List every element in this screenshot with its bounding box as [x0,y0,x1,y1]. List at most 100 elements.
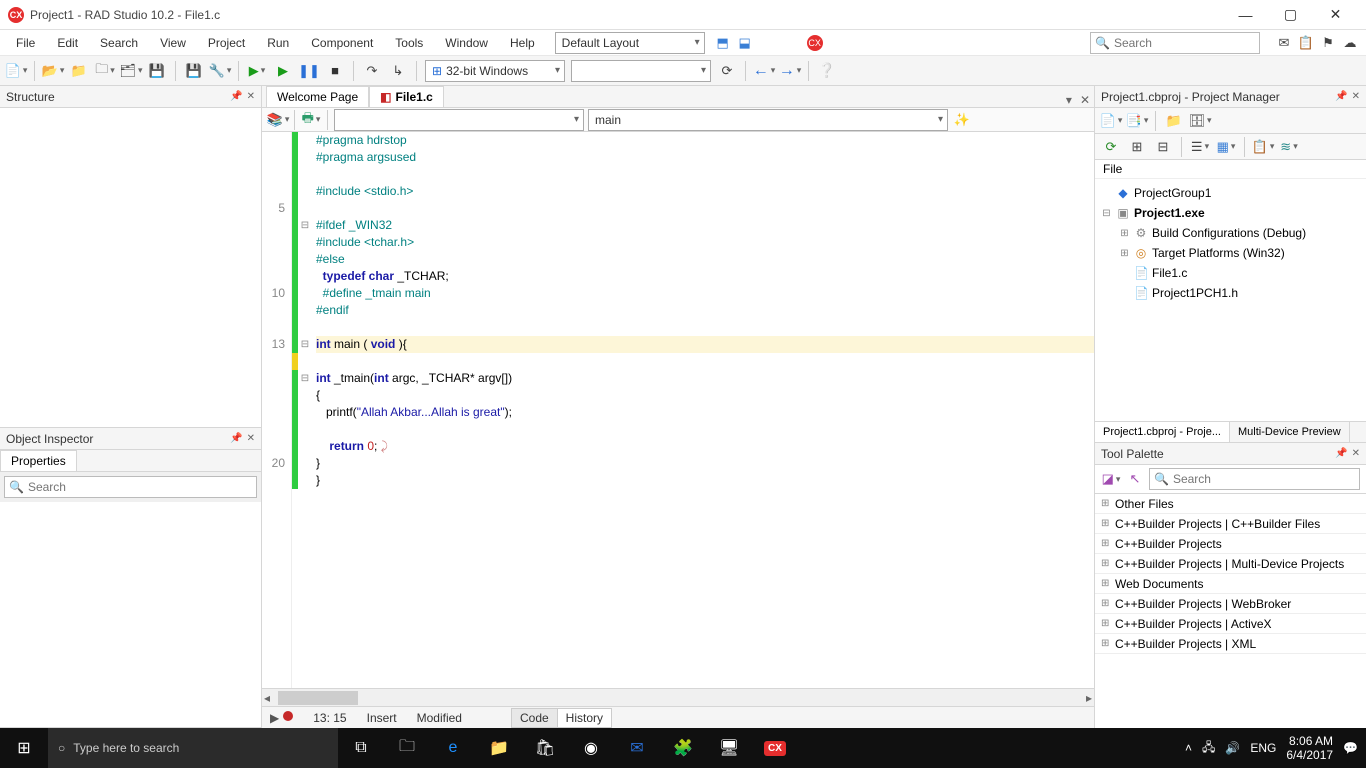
community-icon[interactable]: ☁ [1340,33,1360,53]
pm-list-icon[interactable]: ☰ [1190,137,1210,157]
outlook-icon[interactable]: ✉ [614,728,660,768]
pin-icon[interactable]: 📌 [1335,91,1347,102]
run-no-debug-button[interactable]: ▶ [273,61,293,81]
tree-node[interactable]: ◆ProjectGroup1 [1101,183,1360,203]
property-search-input[interactable] [28,480,183,494]
cortana-search[interactable]: ○ Type here to search [48,728,338,768]
pm-filter-icon[interactable]: ▦ [1216,137,1236,157]
menu-edit[interactable]: Edit [47,32,88,54]
tree-node[interactable]: 📄File1.c [1101,263,1360,283]
tree-node[interactable]: ⊞⚙Build Configurations (Debug) [1101,223,1360,243]
palette-category[interactable]: ⊞C++Builder Projects | XML [1095,634,1366,654]
pm-platform-icon[interactable]: ≋ [1279,137,1299,157]
print-icon[interactable]: 🖶 [301,110,321,130]
palette-category[interactable]: ⊞C++Builder Projects | WebBroker [1095,594,1366,614]
tab-properties[interactable]: Properties [0,450,77,471]
explorer-folder-icon[interactable]: 📁 [476,728,522,768]
ide-search-input[interactable] [1114,36,1269,50]
close-button[interactable]: ✕ [1313,0,1358,30]
file-explorer-icon[interactable]: 🗀 [384,728,430,768]
device-refresh-icon[interactable]: ⟳ [717,61,737,81]
layout-save-icon[interactable]: ⬒ [713,33,733,53]
macro-play-icon[interactable]: ▶ [270,711,279,725]
code-editor[interactable]: 5101320 ⊟⊟⊟ #pragma hdrstop#pragma argsu… [262,132,1094,688]
tab-multi-device-preview[interactable]: Multi-Device Preview [1230,422,1350,442]
sync-icon[interactable]: ✨ [952,110,972,130]
stop-button[interactable]: ■ [325,61,345,81]
step-over-button[interactable]: ↷ [362,61,382,81]
tree-node[interactable]: ⊞◎Target Platforms (Win32) [1101,243,1360,263]
rad-studio-taskbar-icon[interactable]: CX [752,728,798,768]
palette-category-icon[interactable]: ◪ [1101,469,1121,489]
layout-delete-icon[interactable]: ⬓ [735,33,755,53]
menu-run[interactable]: Run [257,32,299,54]
pm-expand-icon[interactable]: ⊞ [1127,137,1147,157]
nav-back-button[interactable]: ← [754,61,774,81]
palette-pointer-icon[interactable]: ↖ [1125,469,1145,489]
recent-button[interactable]: 🗂 [121,61,141,81]
menu-search[interactable]: Search [90,32,148,54]
tray-volume-icon[interactable]: 🔊 [1225,741,1240,755]
palette-category[interactable]: ⊞C++Builder Projects | C++Builder Files [1095,514,1366,534]
palette-category[interactable]: ⊞Web Documents [1095,574,1366,594]
ide-search[interactable]: 🔍 [1090,32,1260,54]
pin-icon[interactable]: 📌 [1335,448,1347,459]
menu-view[interactable]: View [150,32,196,54]
notifications-icon[interactable]: 💬 [1343,741,1358,755]
palette-search-input[interactable] [1173,472,1328,486]
tray-chevron-icon[interactable]: ˄ [1185,741,1192,755]
app2-icon[interactable]: 🖥 [706,728,752,768]
palette-search[interactable]: 🔍 [1149,468,1360,490]
tab-file1[interactable]: ◧File1.c [369,86,444,107]
nav-fwd-button[interactable]: → [780,61,800,81]
mail-icon[interactable]: ✉ [1274,33,1294,53]
menu-project[interactable]: Project [198,32,255,54]
pm-sync-icon[interactable]: ⟳ [1101,137,1121,157]
open-project-button[interactable]: 📁 [69,61,89,81]
palette-category[interactable]: ⊞C++Builder Projects [1095,534,1366,554]
folder-button[interactable]: 🗀 [95,61,115,81]
palette-category[interactable]: ⊞Other Files [1095,494,1366,514]
layout-combo[interactable]: Default Layout [555,32,705,54]
menu-file[interactable]: File [6,32,45,54]
refactor-button[interactable]: 🔧 [210,61,230,81]
flag-icon[interactable]: ⚑ [1318,33,1338,53]
platform-combo[interactable]: ⊞32-bit Windows [425,60,565,82]
edge-icon[interactable]: e [430,728,476,768]
minimize-button[interactable]: — [1223,0,1268,30]
bookmark-icon[interactable]: 📚 [268,110,288,130]
pin-icon[interactable]: 📌 [230,433,242,444]
tab-close-icon[interactable]: ✕ [1076,93,1094,107]
maximize-button[interactable]: ▢ [1268,0,1313,30]
save-all-button[interactable]: 💾 [184,61,204,81]
tab-welcome[interactable]: Welcome Page [266,86,369,107]
tab-project-cbproj[interactable]: Project1.cbproj - Proje... [1095,422,1230,442]
close-panel-icon[interactable]: ✕ [1352,448,1360,459]
function-combo[interactable]: main [588,109,948,131]
palette-category[interactable]: ⊞C++Builder Projects | Multi-Device Proj… [1095,554,1366,574]
pm-add-icon[interactable]: 📄 [1101,111,1121,131]
class-combo[interactable] [334,109,584,131]
pause-button[interactable]: ❚❚ [299,61,319,81]
tree-node[interactable]: 📄Project1PCH1.h [1101,283,1360,303]
tab-code[interactable]: Code [511,708,558,728]
save-button[interactable]: 💾 [147,61,167,81]
horizontal-scrollbar[interactable]: ◂ ▸ [262,688,1094,706]
calendar-icon[interactable]: 📋 [1296,33,1316,53]
close-panel-icon[interactable]: ✕ [1352,91,1360,102]
store-icon[interactable]: 🛍 [522,728,568,768]
palette-category[interactable]: ⊞C++Builder Projects | ActiveX [1095,614,1366,634]
chrome-icon[interactable]: ◉ [568,728,614,768]
menu-tools[interactable]: Tools [385,32,433,54]
pm-view-icon[interactable]: 📁 [1164,111,1184,131]
pm-collapse-icon[interactable]: ⊟ [1153,137,1173,157]
new-button[interactable]: 📄 [6,61,26,81]
close-panel-icon[interactable]: ✕ [247,91,255,102]
start-button[interactable]: ⊞ [0,728,48,768]
pm-config-icon[interactable]: 📋 [1253,137,1273,157]
tab-history[interactable]: History [557,708,612,728]
close-panel-icon[interactable]: ✕ [247,433,255,444]
tab-dropdown-icon[interactable]: ▾ [1062,93,1076,107]
device-combo[interactable] [571,60,711,82]
pin-icon[interactable]: 📌 [230,91,242,102]
